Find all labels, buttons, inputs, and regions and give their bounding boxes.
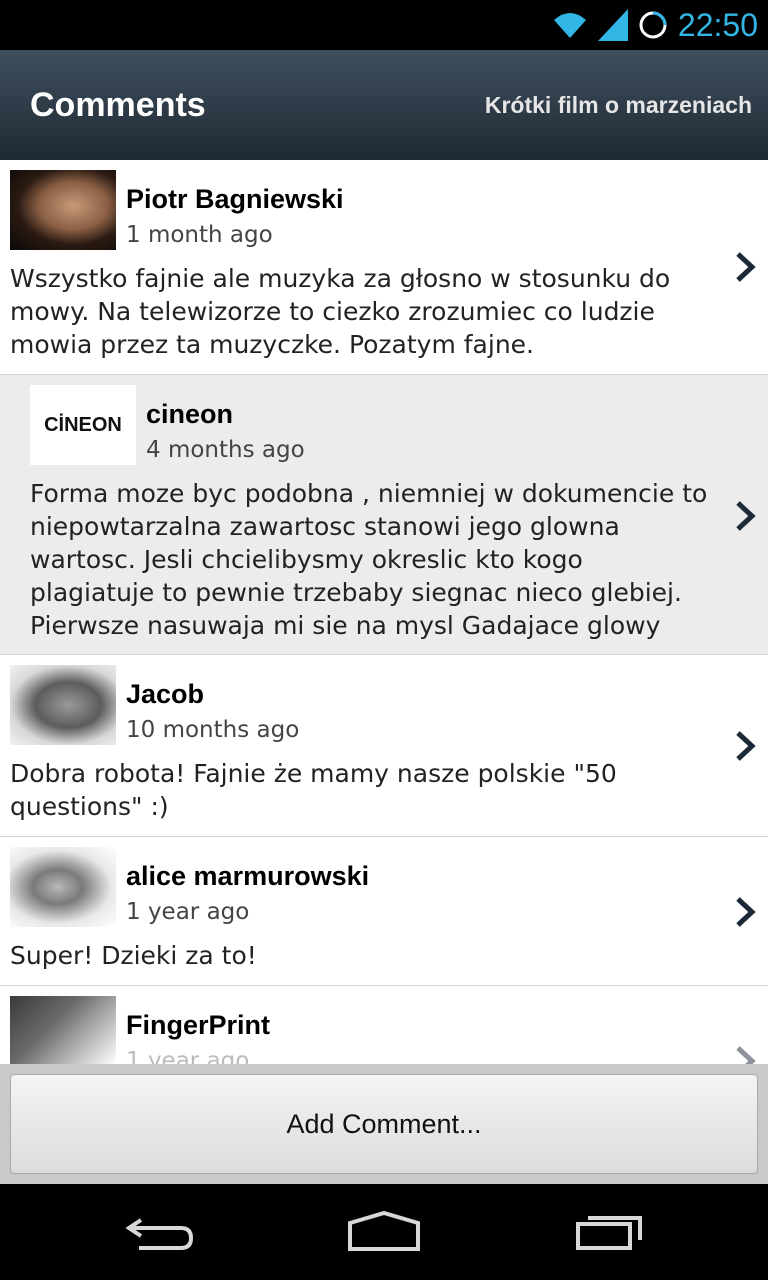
comment-author: cineon <box>146 399 234 429</box>
avatar: CİNEON <box>30 385 136 465</box>
comment-item[interactable]: alice marmurowski 1 year ago Super! Dzie… <box>0 837 768 986</box>
add-comment-button[interactable]: Add Comment... <box>10 1074 758 1174</box>
avatar <box>10 996 116 1064</box>
comment-text-line: plagiatuje to pewnie trzebaby siegnac ni… <box>30 578 682 607</box>
comment-text-line: niepowtarzalna zawartosc stanowi jego gl… <box>30 512 620 541</box>
home-button[interactable] <box>324 1204 444 1260</box>
comment-text-line: mowia przez ta muzyczke. Pozatym fajne. <box>10 330 534 359</box>
status-bar: 22:50 <box>0 0 768 50</box>
comment-text-line: Forma moze byc podobna , niemniej w doku… <box>30 479 708 508</box>
comment-text: Dobra robota! Fajnie że mamy nasze polsk… <box>10 757 617 823</box>
comment-text: Forma moze byc podobna , niemniej w doku… <box>30 477 707 642</box>
comment-list[interactable]: Piotr Bagniewski 1 month ago Wszystko fa… <box>0 160 768 1064</box>
chevron-right-icon <box>736 897 756 927</box>
comment-time: 4 months ago <box>146 437 305 463</box>
comment-text: Wszystko fajnie ale muzyka za głosno w s… <box>10 262 670 361</box>
back-button[interactable] <box>100 1204 220 1260</box>
comment-text: Super! Dzieki za to! <box>10 939 257 972</box>
comment-text-line: Dobra robota! Fajnie że mamy nasze polsk… <box>10 759 617 788</box>
comment-item[interactable]: FingerPrint 1 year ago <box>0 986 768 1064</box>
comment-text-line: questions" :) <box>10 792 169 821</box>
comment-time: 10 months ago <box>126 717 300 743</box>
comment-text-line: mowy. Na telewizorze to ciezko zrozumiec… <box>10 297 655 326</box>
comment-time: 1 year ago <box>126 899 250 925</box>
navigation-bar <box>0 1184 768 1280</box>
comment-time: 1 month ago <box>126 222 273 248</box>
wifi-icon <box>553 13 586 38</box>
comment-item[interactable]: Jacob 10 months ago Dobra robota! Fajnie… <box>0 655 768 837</box>
status-icons: 22:50 <box>552 0 758 50</box>
comment-author: Piotr Bagniewski <box>126 184 344 214</box>
action-bar: Comments Krótki film o marzeniach <box>0 50 768 160</box>
bottom-bar: Add Comment... <box>0 1064 768 1184</box>
video-title: Krótki film o marzeniach <box>484 91 752 118</box>
sync-icon <box>639 11 667 39</box>
comment-author: FingerPrint <box>126 1010 271 1040</box>
comment-text-line: Super! Dzieki za to! <box>10 941 257 970</box>
chevron-right-icon <box>736 252 756 282</box>
recent-apps-icon <box>576 1216 642 1250</box>
recent-apps-button[interactable] <box>550 1204 670 1260</box>
comment-text-line: Wszystko fajnie ale muzyka za głosno w s… <box>10 264 671 293</box>
comment-text-line: Pierwsze nasuwaja mi sie na mysl Gadajac… <box>30 611 661 640</box>
comment-author: Jacob <box>126 679 205 709</box>
comment-item-reply[interactable]: CİNEON cineon 4 months ago Forma moze by… <box>0 375 768 655</box>
comment-author: alice marmurowski <box>126 861 370 891</box>
comment-time: 1 year ago <box>126 1048 250 1064</box>
cineon-logo: CİNEON <box>44 413 122 436</box>
chevron-right-icon <box>736 1046 756 1064</box>
back-icon <box>125 1218 194 1250</box>
comment-item[interactable]: Piotr Bagniewski 1 month ago Wszystko fa… <box>0 160 768 375</box>
comment-text-line: wartosc. Jesli chcielibysmy okreslic kto… <box>30 545 583 574</box>
avatar <box>10 665 116 745</box>
avatar <box>10 847 116 927</box>
status-time: 22:50 <box>677 6 758 43</box>
page-title: Comments <box>30 85 206 124</box>
signal-icon <box>597 9 628 41</box>
chevron-right-icon <box>736 501 756 531</box>
avatar <box>10 170 116 250</box>
home-icon <box>348 1211 420 1251</box>
chevron-right-icon <box>736 731 756 761</box>
